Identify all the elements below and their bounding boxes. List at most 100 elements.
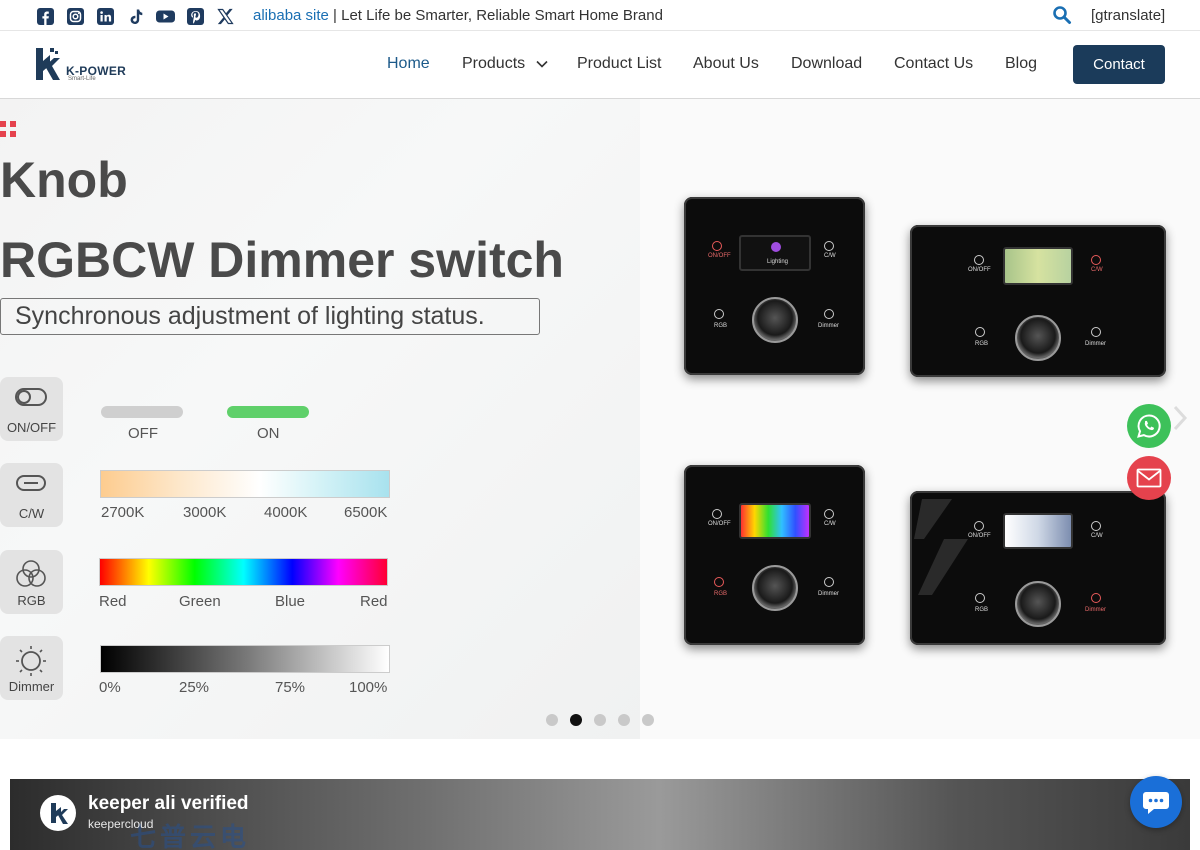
panel-rgb-icon <box>975 327 985 337</box>
carousel-dot-active[interactable] <box>570 714 582 726</box>
nav-download[interactable]: Download <box>791 55 862 73</box>
cw-tick: 2700K <box>101 504 145 521</box>
alibaba-link[interactable]: alibaba site <box>253 7 329 24</box>
sun-icon <box>16 646 46 676</box>
panel-cw-icon <box>1091 521 1101 531</box>
panel-rgb-icon <box>714 309 724 319</box>
glass-reflection-icon <box>914 499 968 595</box>
cw-tick: 6500K <box>344 504 388 521</box>
feature-onoff-label: ON/OFF <box>6 420 57 435</box>
whatsapp-button[interactable] <box>1127 404 1171 448</box>
panel-label: ON/OFF <box>968 533 991 539</box>
video-embed[interactable]: 七普云电 keeper ali verified keepercloud <box>10 779 1190 850</box>
cw-gradient-bar <box>100 470 390 498</box>
social-links <box>35 6 235 26</box>
panel-label: ON/OFF <box>708 521 731 527</box>
bulb-icon <box>771 242 781 252</box>
hero-slider: Knob RGBCW Dimmer switch Synchronous adj… <box>0 99 1200 739</box>
on-label: ON <box>257 425 280 442</box>
chevron-down-icon <box>536 60 548 68</box>
feature-cw-label: C/W <box>18 506 45 521</box>
facebook-icon[interactable] <box>35 6 55 26</box>
cw-tick: 4000K <box>264 504 308 521</box>
rgb-tick: Green <box>179 593 221 610</box>
dim-tick: 0% <box>99 679 121 696</box>
panel-onoff-icon <box>974 521 984 531</box>
logo-subtext: Smart-Life <box>68 76 96 82</box>
on-pill <box>227 406 309 418</box>
panel-label: ON/OFF <box>708 253 731 259</box>
pinterest-icon[interactable] <box>185 6 205 26</box>
cw-icon <box>16 475 46 491</box>
panel-dimmer-icon <box>1091 327 1101 337</box>
chat-button[interactable] <box>1130 776 1182 828</box>
feature-rgb-label: RGB <box>17 593 46 608</box>
email-button[interactable] <box>1127 456 1171 500</box>
toggle-icon <box>15 388 47 406</box>
nav-contact-us[interactable]: Contact Us <box>894 55 973 73</box>
nav-home[interactable]: Home <box>387 55 430 73</box>
dim-tick: 25% <box>179 679 210 696</box>
carousel-dot[interactable] <box>618 714 630 726</box>
carousel-dot[interactable] <box>546 714 558 726</box>
tiktok-icon[interactable] <box>125 6 145 26</box>
panel-onoff-icon <box>712 241 722 251</box>
channel-logo-icon <box>51 803 68 824</box>
panel-screen: Lighting <box>739 235 811 271</box>
video-title[interactable]: keeper ali verified <box>88 793 249 815</box>
panel-label: ON/OFF <box>968 267 991 273</box>
video-channel[interactable]: keepercloud <box>88 817 153 831</box>
carousel-dots <box>546 714 654 726</box>
feature-rgb: RGB <box>0 550 63 614</box>
nav-products-label: Products <box>462 55 526 72</box>
switch-panel-wide-1: ON/OFF C/W RGB Dimmer <box>910 225 1166 377</box>
rgb-gradient-bar <box>99 558 388 586</box>
contact-button[interactable]: Contact <box>1073 45 1165 84</box>
youtube-icon[interactable] <box>155 6 175 26</box>
panel-screen <box>1003 247 1073 285</box>
panel-label: RGB <box>714 323 728 329</box>
panel-label: C/W <box>824 253 836 259</box>
hero-title-line2: RGBCW Dimmer switch <box>0 232 564 288</box>
panel-label: RGB <box>975 607 989 613</box>
panel-dimmer-icon <box>824 577 834 587</box>
panel-label: Dimmer <box>1085 607 1106 613</box>
off-label: OFF <box>128 425 158 442</box>
decor-squares-icon <box>0 121 16 137</box>
top-bar: alibaba site | Let Life be Smarter, Reli… <box>0 0 1200 31</box>
search-icon[interactable] <box>1052 5 1072 25</box>
logo-mark-icon <box>36 48 60 80</box>
dim-tick: 75% <box>275 679 306 696</box>
tagline-separator: | <box>328 7 342 24</box>
panel-label: Dimmer <box>818 323 839 329</box>
x-icon[interactable] <box>215 6 235 26</box>
carousel-dot[interactable] <box>642 714 654 726</box>
panel-dimmer-icon <box>824 309 834 319</box>
channel-avatar[interactable] <box>40 795 76 831</box>
panel-label: Dimmer <box>1085 341 1106 347</box>
panel-cw-icon <box>1091 255 1101 265</box>
panel-label: Lighting <box>767 259 789 265</box>
nav-about-us[interactable]: About Us <box>693 55 759 73</box>
switch-panel-wide-2: ON/OFF C/W RGB Dimmer <box>910 491 1166 645</box>
dim-tick: 100% <box>349 679 388 696</box>
panel-dimmer-icon <box>1091 593 1101 603</box>
email-icon <box>1136 468 1162 488</box>
translate-widget[interactable]: [gtranslate] <box>1091 7 1165 24</box>
brand-logo[interactable]: K-POWER Smart-Life <box>34 46 134 84</box>
panel-onoff-icon <box>974 255 984 265</box>
chevron-right-icon[interactable] <box>1172 404 1188 432</box>
carousel-dot[interactable] <box>594 714 606 726</box>
instagram-icon[interactable] <box>65 6 85 26</box>
panel-label: C/W <box>1091 533 1103 539</box>
whatsapp-icon <box>1137 414 1161 438</box>
panel-cw-icon <box>824 241 834 251</box>
nav-product-list[interactable]: Product List <box>577 55 661 73</box>
nav-blog[interactable]: Blog <box>1005 55 1037 73</box>
panel-label: RGB <box>975 341 989 347</box>
feature-dimmer-label: Dimmer <box>8 679 55 694</box>
switch-panel-square-2: ON/OFF C/W RGB Dimmer <box>684 465 865 645</box>
nav-products[interactable]: Products <box>462 55 548 73</box>
panel-knob <box>1015 315 1061 361</box>
linkedin-icon[interactable] <box>95 6 115 26</box>
